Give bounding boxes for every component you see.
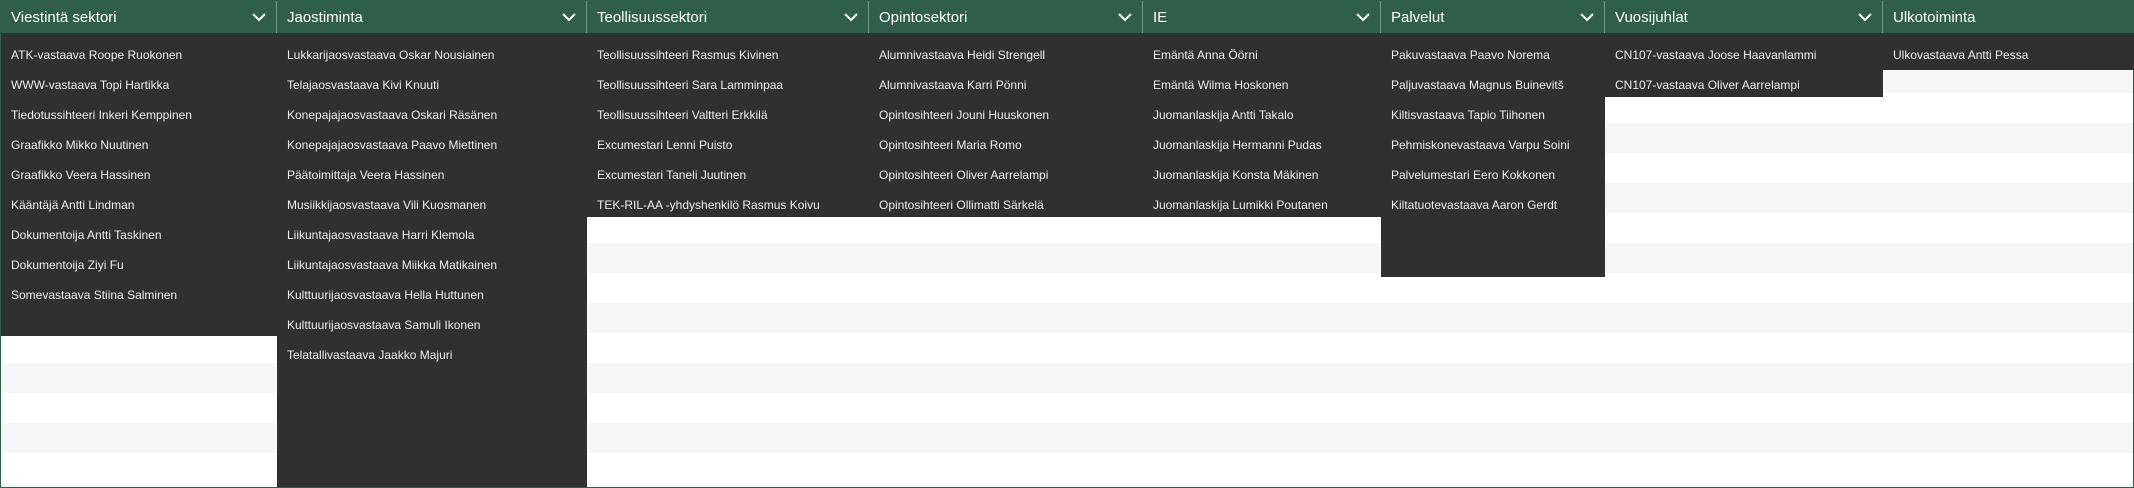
dropdown-panel: Lukkarijaosvastaava Oskar Nousiainen Tel…	[277, 33, 587, 487]
menu-item[interactable]: Päätoimittaja Veera Hassinen	[277, 160, 587, 190]
menu-header-opintosektori[interactable]: Opintosektori	[869, 1, 1143, 33]
dropdown-panel: Ulkovastaava Antti Pessa	[1883, 33, 2134, 70]
menu-item[interactable]: Lukkarijaosvastaava Oskar Nousiainen	[277, 40, 587, 70]
menu-title: Viestintä sektori	[11, 8, 117, 26]
menu-item[interactable]: Teollisuussihteeri Rasmus Kivinen	[587, 40, 869, 70]
chevron-down-icon[interactable]	[1578, 8, 1596, 26]
dropdown-panel: Emäntä Anna Öörni Emäntä Wilma Hoskonen …	[1143, 33, 1381, 217]
dropdown-panel: Pakuvastaava Paavo Norema Paljuvastaava …	[1381, 33, 1605, 277]
menu-palvelut: Palvelut Pakuvastaava Paavo Norema Palju…	[1381, 1, 1605, 277]
chevron-down-icon[interactable]	[842, 8, 860, 26]
menu-item[interactable]: Telatallivastaava Jaakko Majuri	[277, 340, 587, 370]
menu-item[interactable]: Paljuvastaava Magnus Buinevitš	[1381, 70, 1605, 100]
dropdown-panel: CN107-vastaava Joose Haavanlammi CN107-v…	[1605, 33, 1883, 97]
menu-item[interactable]: Alumnivastaava Heidi Strengell	[869, 40, 1143, 70]
menu-item[interactable]: Ulkovastaava Antti Pessa	[1883, 40, 2134, 70]
menu-item[interactable]: Excumestari Lenni Puisto	[587, 130, 869, 160]
menu-item[interactable]: Juomanlaskija Lumikki Poutanen	[1143, 190, 1381, 220]
menu-viestinta-sektori: Viestintä sektori ATK-vastaava Roope Ruo…	[1, 1, 277, 336]
menu-ulkotoiminta: Ulkotoiminta Ulkovastaava Antti Pessa	[1883, 1, 2134, 70]
menu-item[interactable]: Kiltatuotevastaava Aaron Gerdt	[1381, 190, 1605, 220]
menu-title: Teollisuussektori	[597, 8, 708, 26]
dropdown-panel: ATK-vastaava Roope Ruokonen WWW-vastaava…	[1, 33, 277, 336]
menu-item[interactable]: Teollisuussihteeri Valtteri Erkkilä	[587, 100, 869, 130]
menu-item[interactable]: Alumnivastaava Karri Pönni	[869, 70, 1143, 100]
menu-item[interactable]: Juomanlaskija Hermanni Pudas	[1143, 130, 1381, 160]
menu-title: Vuosijuhlat	[1615, 8, 1688, 26]
menu-item[interactable]: Kiltisvastaava Tapio Tiihonen	[1381, 100, 1605, 130]
chevron-down-icon[interactable]	[560, 8, 578, 26]
menu-title: Palvelut	[1391, 8, 1445, 26]
menu-item[interactable]: Tiedotussihteeri Inkeri Kemppinen	[1, 100, 277, 130]
chevron-down-icon[interactable]	[250, 8, 268, 26]
menu-jaostiminta: Jaostiminta Lukkarijaosvastaava Oskar No…	[277, 1, 587, 487]
menu-item[interactable]: Pehmiskonevastaava Varpu Soini	[1381, 130, 1605, 160]
menu-header-vuosijuhlat[interactable]: Vuosijuhlat	[1605, 1, 1883, 33]
menu-item[interactable]: Opintosihteeri Oliver Aarrelampi	[869, 160, 1143, 190]
menu-header-jaostiminta[interactable]: Jaostiminta	[277, 1, 587, 33]
menu-item[interactable]: Juomanlaskija Antti Takalo	[1143, 100, 1381, 130]
menu-item[interactable]: CN107-vastaava Joose Haavanlammi	[1605, 40, 1883, 70]
menu-item[interactable]: WWW-vastaava Topi Hartikka	[1, 70, 277, 100]
menu-item[interactable]: Liikuntajaosvastaava Harri Klemola	[277, 220, 587, 250]
menu-item[interactable]: Graafikko Mikko Nuutinen	[1, 130, 277, 160]
menu-title: Opintosektori	[879, 8, 968, 26]
menu-item[interactable]: Opintosihteeri Ollimatti Särkelä	[869, 190, 1143, 220]
menu-title: Ulkotoiminta	[1893, 8, 1976, 26]
menu-item[interactable]: Musiikkijaosvastaava Vili Kuosmanen	[277, 190, 587, 220]
menu-header-viestinta-sektori[interactable]: Viestintä sektori	[1, 1, 277, 33]
menu-item[interactable]: Teollisuussihteeri Sara Lamminpaa	[587, 70, 869, 100]
menu-header-palvelut[interactable]: Palvelut	[1381, 1, 1605, 33]
chevron-down-icon[interactable]	[1354, 8, 1372, 26]
menu-item[interactable]: Kulttuurijaosvastaava Samuli Ikonen	[277, 310, 587, 340]
menu-item[interactable]: Opintosihteeri Maria Romo	[869, 130, 1143, 160]
menu-item[interactable]: TEK-RIL-AA -yhdyshenkilö Rasmus Koivu	[587, 190, 869, 220]
menu-item[interactable]: Kääntäjä Antti Lindman	[1, 190, 277, 220]
menu-teollisuussektori: Teollisuussektori Teollisuussihteeri Ras…	[587, 1, 869, 217]
menu-item[interactable]: Liikuntajaosvastaava Miikka Matikainen	[277, 250, 587, 280]
menu-item[interactable]: Dokumentoija Antti Taskinen	[1, 220, 277, 250]
menu-header-ie[interactable]: IE	[1143, 1, 1381, 33]
menu-item[interactable]: Konepajajaosvastaava Paavo Miettinen	[277, 130, 587, 160]
chevron-down-icon[interactable]	[1856, 8, 1874, 26]
dropdown-panel: Alumnivastaava Heidi Strengell Alumnivas…	[869, 33, 1143, 217]
menu-header-teollisuussektori[interactable]: Teollisuussektori	[587, 1, 869, 33]
menu-vuosijuhlat: Vuosijuhlat CN107-vastaava Joose Haavanl…	[1605, 1, 1883, 97]
menu-title: IE	[1153, 8, 1168, 26]
menu-item[interactable]: Juomanlaskija Konsta Mäkinen	[1143, 160, 1381, 190]
menu-item[interactable]: Graafikko Veera Hassinen	[1, 160, 277, 190]
dropdown-panel: Teollisuussihteeri Rasmus Kivinen Teolli…	[587, 33, 869, 217]
menu-item[interactable]: Emäntä Wilma Hoskonen	[1143, 70, 1381, 100]
menu-item[interactable]: Palvelumestari Eero Kokkonen	[1381, 160, 1605, 190]
menu-ie: IE Emäntä Anna Öörni Emäntä Wilma Hoskon…	[1143, 1, 1381, 217]
menu-item[interactable]: ATK-vastaava Roope Ruokonen	[1, 40, 277, 70]
menu-item[interactable]: Emäntä Anna Öörni	[1143, 40, 1381, 70]
menu-item[interactable]: Telajaosvastaava Kivi Knuuti	[277, 70, 587, 100]
menu-item[interactable]: Excumestari Taneli Juutinen	[587, 160, 869, 190]
menu-header-ulkotoiminta[interactable]: Ulkotoiminta	[1883, 1, 2134, 33]
menu-item[interactable]: Kulttuurijaosvastaava Hella Huttunen	[277, 280, 587, 310]
menu-title: Jaostiminta	[287, 8, 363, 26]
menu-opintosektori: Opintosektori Alumnivastaava Heidi Stren…	[869, 1, 1143, 217]
menu-item[interactable]: Konepajajaosvastaava Oskari Räsänen	[277, 100, 587, 130]
menu-item[interactable]: Pakuvastaava Paavo Norema	[1381, 40, 1605, 70]
menu-item[interactable]: Somevastaava Stiina Salminen	[1, 280, 277, 310]
menu-item[interactable]: Dokumentoija Ziyi Fu	[1, 250, 277, 280]
menu-item[interactable]: Opintosihteeri Jouni Huuskonen	[869, 100, 1143, 130]
chevron-down-icon[interactable]	[1116, 8, 1134, 26]
menu-item[interactable]: CN107-vastaava Oliver Aarrelampi	[1605, 70, 1883, 100]
